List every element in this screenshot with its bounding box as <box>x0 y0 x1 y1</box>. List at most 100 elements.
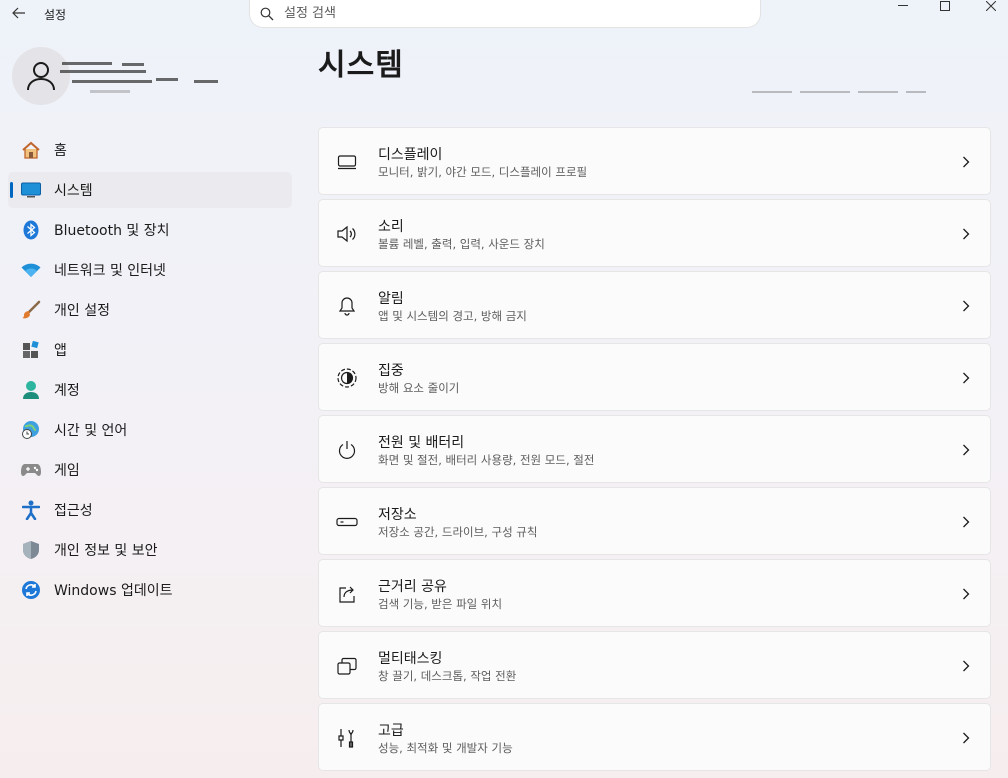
sidebar-item-label: 개인 설정 <box>54 303 110 319</box>
card-title: 근거리 공유 <box>378 579 447 595</box>
home-icon <box>20 139 42 161</box>
card-title: 멀티태스킹 <box>378 651 443 667</box>
sidebar-item-label: 게임 <box>54 463 80 479</box>
sidebar-item-system[interactable]: 시스템 <box>8 172 292 208</box>
sidebar-item-label: 계정 <box>54 383 80 399</box>
card-title: 집중 <box>378 363 404 379</box>
bell-icon <box>335 294 359 318</box>
sidebar-item-bluetooth[interactable]: Bluetooth 및 장치 <box>8 212 292 248</box>
app-title: 설정 <box>44 8 67 22</box>
card-title: 전원 및 배터리 <box>378 435 465 451</box>
chevron-right-icon <box>960 443 972 457</box>
card-title: 고급 <box>378 723 404 739</box>
bluetooth-icon <box>20 219 42 241</box>
card-storage[interactable]: 저장소 저장소 공간, 드라이브, 구성 규칙 <box>318 487 991 555</box>
account-icon <box>20 379 42 401</box>
sidebar-item-accounts[interactable]: 계정 <box>8 372 292 408</box>
sidebar-item-label: Windows 업데이트 <box>54 583 173 599</box>
search-input[interactable] <box>284 6 724 21</box>
card-subtitle: 볼륨 레벨, 출력, 입력, 사운드 장치 <box>378 237 545 251</box>
sidebar-item-label: Bluetooth 및 장치 <box>54 223 170 239</box>
globe-clock-icon <box>20 419 42 441</box>
card-subtitle: 성능, 최적화 및 개발자 기능 <box>378 741 513 755</box>
focus-icon <box>335 366 359 390</box>
card-nearby-sharing[interactable]: 근거리 공유 검색 기능, 받은 파일 위치 <box>318 559 991 627</box>
storage-icon <box>335 510 359 534</box>
sidebar-item-label: 시스템 <box>54 183 93 199</box>
share-icon <box>335 582 359 606</box>
chevron-right-icon <box>960 371 972 385</box>
display-icon <box>335 150 359 174</box>
card-subtitle: 방해 요소 줄이기 <box>378 381 460 395</box>
title-bar: 설정 <box>0 0 1008 30</box>
sidebar-item-label: 앱 <box>54 343 67 359</box>
sidebar-item-label: 시간 및 언어 <box>54 423 128 439</box>
search-icon <box>260 7 274 20</box>
back-button[interactable] <box>8 3 30 23</box>
close-button[interactable] <box>968 0 1008 12</box>
accessibility-icon <box>20 499 42 521</box>
maximize-icon <box>940 1 950 11</box>
card-title: 소리 <box>378 219 404 235</box>
card-display[interactable]: 디스플레이 모니터, 밝기, 야간 모드, 디스플레이 프로필 <box>318 127 991 195</box>
sidebar-item-apps[interactable]: 앱 <box>8 332 292 368</box>
close-icon <box>986 1 996 11</box>
system-icon <box>20 179 42 201</box>
card-advanced[interactable]: 고급 성능, 최적화 및 개발자 기능 <box>318 703 991 771</box>
sidebar-item-label: 접근성 <box>54 503 93 519</box>
minimize-button[interactable] <box>880 0 926 12</box>
sidebar-item-personalization[interactable]: 개인 설정 <box>8 292 292 328</box>
user-icon <box>27 62 55 91</box>
chevron-right-icon <box>960 515 972 529</box>
sidebar-nav: 홈 시스템 Bluetooth 및 장치 네트워크 및 인터넷 개인 설정 앱 <box>8 132 292 612</box>
power-icon <box>335 438 359 462</box>
card-subtitle: 검색 기능, 받은 파일 위치 <box>378 597 503 611</box>
sidebar-item-windows-update[interactable]: Windows 업데이트 <box>8 572 292 608</box>
card-notifications[interactable]: 알림 앱 및 시스템의 경고, 방해 금지 <box>318 271 991 339</box>
brush-icon <box>20 299 42 321</box>
gamepad-icon <box>20 459 42 481</box>
sidebar-item-time-language[interactable]: 시간 및 언어 <box>8 412 292 448</box>
card-focus[interactable]: 집중 방해 요소 줄이기 <box>318 343 991 411</box>
card-title: 디스플레이 <box>378 147 443 163</box>
shield-icon <box>20 539 42 561</box>
multitask-icon <box>335 654 359 678</box>
sidebar-item-privacy[interactable]: 개인 정보 및 보안 <box>8 532 292 568</box>
sidebar-item-network[interactable]: 네트워크 및 인터넷 <box>8 252 292 288</box>
sidebar-item-label: 네트워크 및 인터넷 <box>54 263 166 279</box>
chevron-right-icon <box>960 227 972 241</box>
settings-list: 디스플레이 모니터, 밝기, 야간 모드, 디스플레이 프로필 소리 볼륨 레벨… <box>318 127 991 775</box>
chevron-right-icon <box>960 659 972 673</box>
card-subtitle: 앱 및 시스템의 경고, 방해 금지 <box>378 309 527 323</box>
sidebar-item-accessibility[interactable]: 접근성 <box>8 492 292 528</box>
sidebar-item-home[interactable]: 홈 <box>8 132 292 168</box>
chevron-right-icon <box>960 299 972 313</box>
card-power-battery[interactable]: 전원 및 배터리 화면 및 절전, 배터리 사용량, 전원 모드, 절전 <box>318 415 991 483</box>
chevron-right-icon <box>960 155 972 169</box>
sidebar-item-label: 홈 <box>54 143 67 159</box>
page-title: 시스템 <box>318 48 404 83</box>
chevron-right-icon <box>960 731 972 745</box>
search-box[interactable] <box>249 0 761 28</box>
profile-name-redacted <box>60 60 230 100</box>
redacted-text <box>752 91 926 93</box>
speaker-icon <box>335 222 359 246</box>
advanced-icon <box>335 726 359 750</box>
card-subtitle: 저장소 공간, 드라이브, 구성 규칙 <box>378 525 538 539</box>
apps-icon <box>20 339 42 361</box>
card-title: 알림 <box>378 291 404 307</box>
update-icon <box>20 579 42 601</box>
back-arrow-icon <box>12 7 25 19</box>
card-sound[interactable]: 소리 볼륨 레벨, 출력, 입력, 사운드 장치 <box>318 199 991 267</box>
minimize-icon <box>898 5 908 6</box>
maximize-button[interactable] <box>922 0 968 12</box>
card-subtitle: 창 끌기, 데스크톱, 작업 전환 <box>378 669 517 683</box>
chevron-right-icon <box>960 587 972 601</box>
card-subtitle: 모니터, 밝기, 야간 모드, 디스플레이 프로필 <box>378 165 588 179</box>
sidebar-item-label: 개인 정보 및 보안 <box>54 543 158 559</box>
card-title: 저장소 <box>378 507 417 523</box>
wifi-icon <box>20 259 42 281</box>
card-subtitle: 화면 및 절전, 배터리 사용량, 전원 모드, 절전 <box>378 453 595 467</box>
sidebar-item-gaming[interactable]: 게임 <box>8 452 292 488</box>
card-multitasking[interactable]: 멀티태스킹 창 끌기, 데스크톱, 작업 전환 <box>318 631 991 699</box>
